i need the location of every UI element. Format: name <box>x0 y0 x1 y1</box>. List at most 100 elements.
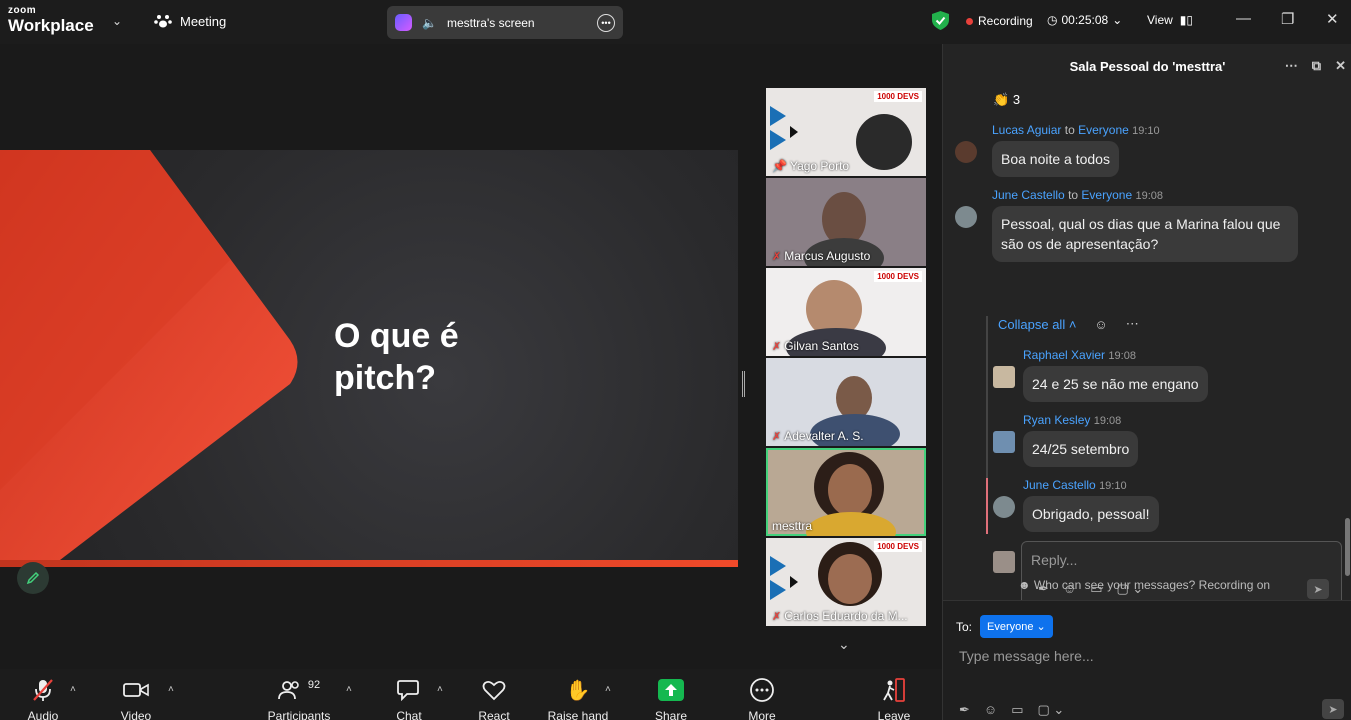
close-icon[interactable]: ✕ <box>1335 58 1346 74</box>
more-button[interactable]: More <box>739 677 785 720</box>
share-screen-icon <box>658 679 684 701</box>
meeting-timer[interactable]: ◷ 00:25:08 ⌄ <box>1047 13 1122 27</box>
reply-placeholder: Reply... <box>1031 552 1078 568</box>
leave-door-icon <box>883 678 905 702</box>
chevron-down-icon[interactable]: ⌄ <box>838 636 850 653</box>
video-tile[interactable]: 1000 DEVS ✗ Carlos Eduardo da M... <box>766 538 926 626</box>
sender-name[interactable]: Raphael Xavier <box>1023 348 1105 362</box>
avatar[interactable] <box>993 366 1015 388</box>
video-button[interactable]: Video <box>113 677 159 720</box>
message-header: June Castello 19:10 <box>1023 478 1159 492</box>
participant-name-text: mesttra <box>772 519 813 533</box>
chevron-up-icon[interactable]: ˄ <box>70 684 76 695</box>
file-icon[interactable]: ▭ <box>1011 702 1023 718</box>
hand-icon: ✋ <box>565 679 591 702</box>
participant-name: ✗ Adevalter A. S. <box>772 429 864 443</box>
zoom-logo[interactable]: zoom Workplace <box>8 6 94 35</box>
message-bubble: Obrigado, pessoal! <box>1023 496 1159 532</box>
more-icon[interactable]: ⋯ <box>1285 58 1298 74</box>
message-header: Ryan Kesley 19:08 <box>1023 413 1138 427</box>
emoji-icon[interactable]: ☺ <box>984 702 997 718</box>
recipient-name[interactable]: Everyone <box>1081 188 1132 202</box>
video-tile[interactable]: 1000 DEVS 📌 Yago Porto <box>766 88 926 176</box>
message-input[interactable]: Type message here... <box>959 648 1094 664</box>
paw-icon <box>154 15 172 28</box>
collapse-label: Collapse all <box>998 316 1066 332</box>
share-button[interactable]: Share <box>648 677 694 720</box>
chevron-up-icon[interactable]: ˄ <box>168 684 174 695</box>
chevron-up-icon[interactable]: ˄ <box>346 684 352 695</box>
privacy-note[interactable]: ☻ Who can see your messages? Recording o… <box>943 578 1345 592</box>
chevron-up-icon[interactable]: ˄ <box>605 684 611 695</box>
avatar[interactable] <box>993 496 1015 518</box>
close-icon[interactable]: ✕ <box>1326 10 1339 28</box>
avatar[interactable] <box>993 431 1015 453</box>
chevron-down-icon: ⌄ <box>1112 13 1123 27</box>
participant-name-text: Carlos Eduardo da M... <box>784 609 908 623</box>
scrollbar[interactable] <box>1345 518 1350 576</box>
message-bubble: Boa noite a todos <box>992 141 1119 177</box>
audio-button[interactable]: Audio <box>20 677 66 720</box>
participant-name-text: Yago Porto <box>789 159 850 173</box>
reaction-badge[interactable]: 👏 3 <box>993 92 1020 108</box>
top-bar: zoom Workplace ⌄ Meeting 🔈 mesttra's scr… <box>0 0 1351 44</box>
recipient-name[interactable]: Everyone <box>1078 123 1129 137</box>
compose-tools: ✒ ☺ ▭ ▢ ⌄ <box>959 702 1064 718</box>
to-label: To: <box>956 619 973 634</box>
participants-icon <box>277 681 299 700</box>
screen-share-indicator[interactable]: 🔈 mesttra's screen ••• <box>387 6 623 39</box>
add-reaction-icon[interactable]: ☺ <box>1094 317 1107 332</box>
chat-panel: Sala Pessoal do 'mesttra' ⋯ ⧉ ✕ 👏 3 Luca… <box>942 44 1351 720</box>
slide-stripe <box>0 560 738 567</box>
collapse-all-button[interactable]: Collapse all ˄ ☺ ⋯ <box>998 316 1139 332</box>
zoom-app: zoom Workplace ⌄ Meeting 🔈 mesttra's scr… <box>0 0 1351 720</box>
more-icon[interactable]: ••• <box>597 13 615 32</box>
video-tile[interactable]: 1000 DEVS ✗ Gilvan Santos <box>766 268 926 356</box>
leave-button[interactable]: Leave <box>871 677 917 720</box>
raise-hand-button[interactable]: ✋ Raise hand <box>547 677 609 720</box>
participant-name: mesttra <box>772 519 812 533</box>
speaker-icon[interactable]: 🔈 <box>422 16 437 30</box>
video-camera-icon <box>123 683 149 697</box>
video-label: Video <box>120 709 152 720</box>
participants-button[interactable]: 92 Participants <box>266 677 332 720</box>
message-time: 19:10 <box>1099 480 1127 492</box>
recipient-dropdown[interactable]: Everyone ⌄ <box>980 615 1053 638</box>
sender-name[interactable]: Lucas Aguiar <box>992 123 1061 137</box>
chat-icon <box>397 680 419 701</box>
chevron-down-icon[interactable]: ⌄ <box>112 14 122 28</box>
format-icon[interactable]: ✒ <box>959 702 970 718</box>
message-header: Raphael Xavier 19:08 <box>1023 348 1208 362</box>
chevron-up-icon[interactable]: ˄ <box>437 684 443 695</box>
send-icon[interactable]: ➤ <box>1322 699 1344 719</box>
heart-icon <box>482 680 506 701</box>
video-tile[interactable]: ✗ Marcus Augusto <box>766 178 926 266</box>
participants-label: Participants <box>267 709 331 720</box>
message-time: 19:08 <box>1135 190 1163 202</box>
shield-icon[interactable] <box>932 11 949 30</box>
view-menu[interactable]: View ▮▯ <box>1147 13 1193 27</box>
popout-icon[interactable]: ⧉ <box>1312 58 1321 74</box>
record-dot-icon <box>966 17 973 25</box>
maximize-icon[interactable]: ❐ <box>1281 10 1294 28</box>
recording-indicator[interactable]: Recording <box>966 14 1033 28</box>
video-tile[interactable]: mesttra <box>766 448 926 536</box>
message-bubble: 24 e 25 se não me engano <box>1023 366 1208 402</box>
message-list[interactable]: 👏 3 Lucas Aguiar to Everyone 19:10 Boa n… <box>943 88 1345 618</box>
react-button[interactable]: React <box>471 677 517 720</box>
meeting-menu[interactable]: Meeting <box>154 13 226 29</box>
video-tile[interactable]: ✗ Adevalter A. S. <box>766 358 926 446</box>
participants-count: 92 <box>307 679 321 691</box>
chat-button[interactable]: Chat <box>386 677 432 720</box>
tile-banner: 1000 DEVS <box>874 541 922 552</box>
sender-name[interactable]: June Castello <box>1023 478 1096 492</box>
avatar[interactable] <box>955 141 977 163</box>
more-icon[interactable]: ⋯ <box>1126 316 1139 332</box>
sender-name[interactable]: June Castello <box>992 188 1065 202</box>
avatar[interactable] <box>955 206 977 228</box>
screenshot-icon[interactable]: ▢ ⌄ <box>1037 702 1064 718</box>
resize-handle[interactable] <box>742 371 745 397</box>
annotate-pencil-icon[interactable] <box>17 562 49 594</box>
sender-name[interactable]: Ryan Kesley <box>1023 413 1090 427</box>
minimize-icon[interactable]: — <box>1236 10 1251 27</box>
